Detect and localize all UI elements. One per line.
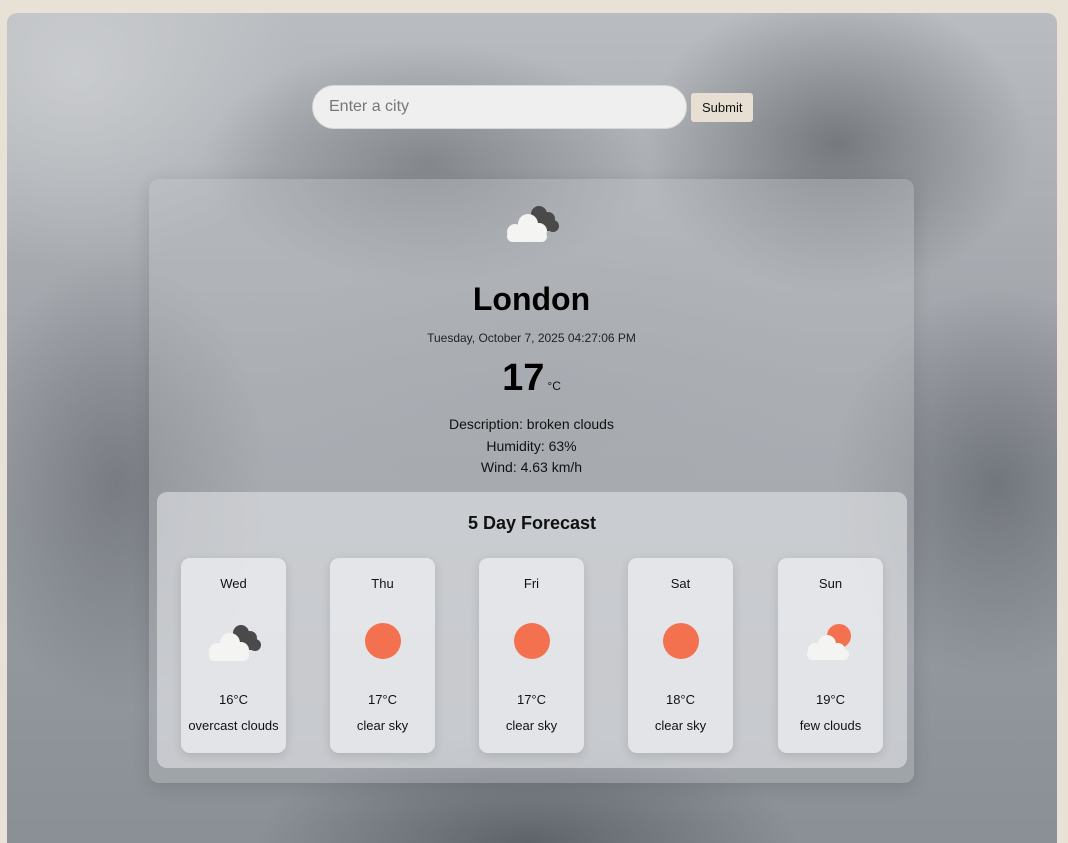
forecast-panel: 5 Day Forecast Wed 16°C overcast clouds xyxy=(157,492,907,768)
clear-sky-icon xyxy=(365,623,401,659)
forecast-day-desc: clear sky xyxy=(356,718,409,733)
forecast-day-desc: clear sky xyxy=(654,718,707,733)
current-weather-card: London Tuesday, October 7, 2025 04:27:06… xyxy=(149,179,914,783)
forecast-day-temp: 17°C xyxy=(516,692,547,707)
city-search-input[interactable] xyxy=(312,85,687,129)
forecast-day-temp: 18°C xyxy=(665,692,696,707)
current-datetime: Tuesday, October 7, 2025 04:27:06 PM xyxy=(427,331,636,345)
broken-clouds-icon xyxy=(507,206,559,242)
forecast-day-card: Wed 16°C overcast clouds xyxy=(181,558,286,753)
forecast-day-name: Wed xyxy=(220,576,247,591)
clear-sky-icon xyxy=(663,623,699,659)
current-temperature: 17 °C xyxy=(149,357,914,400)
forecast-day-name: Thu xyxy=(371,576,394,591)
forecast-day-desc: overcast clouds xyxy=(188,718,279,733)
forecast-day-temp: 16°C xyxy=(218,692,249,707)
temperature-unit: °C xyxy=(547,379,561,393)
humidity-text: Humidity: 63% xyxy=(486,437,577,454)
submit-button[interactable]: Submit xyxy=(691,92,754,122)
city-name: London xyxy=(472,281,591,317)
forecast-day-card: Sun 19°C few clouds xyxy=(778,558,883,753)
overcast-clouds-icon xyxy=(209,625,261,661)
search-bar: Submit xyxy=(312,85,754,129)
description-text: Description: broken clouds xyxy=(449,416,614,432)
weather-details: Description: broken clouds Humidity: 63%… xyxy=(149,414,914,479)
wind-text: Wind: 4.63 km/h xyxy=(480,459,583,475)
forecast-day-desc: clear sky xyxy=(505,718,558,733)
forecast-day-name: Sat xyxy=(670,576,691,591)
forecast-title: 5 Day Forecast xyxy=(467,513,597,533)
forecast-day-name: Sun xyxy=(818,576,843,591)
forecast-day-temp: 19°C xyxy=(815,692,846,707)
forecast-day-card: Sat 18°C clear sky xyxy=(628,558,733,753)
few-clouds-icon xyxy=(807,624,851,660)
weather-app: Submit London Tuesday, October 7, 2025 0… xyxy=(7,13,1057,843)
forecast-day-temp: 17°C xyxy=(367,692,398,707)
temperature-value: 17 xyxy=(502,357,545,399)
forecast-day-name: Fri xyxy=(523,576,540,591)
clear-sky-icon xyxy=(514,623,550,659)
forecast-day-card: Thu 17°C clear sky xyxy=(330,558,435,753)
forecast-day-desc: few clouds xyxy=(799,718,862,733)
forecast-day-card: Fri 17°C clear sky xyxy=(479,558,584,753)
